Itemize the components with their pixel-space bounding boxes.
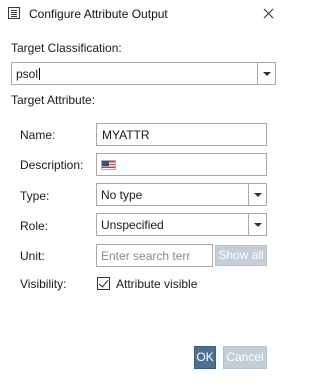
target-classification-combo[interactable]: psol [11, 62, 276, 85]
show-all-button[interactable]: Show all [215, 245, 267, 266]
dialog-icon [8, 7, 20, 19]
type-label: Type: [20, 189, 50, 203]
target-attribute-label: Target Attribute: [11, 93, 96, 107]
type-value: No type [101, 188, 143, 202]
cancel-button[interactable]: Cancel [223, 346, 267, 369]
visibility-label: Visibility: [20, 277, 67, 291]
attribute-visible-label[interactable]: Attribute visible [116, 277, 197, 291]
unit-search-field[interactable] [97, 245, 212, 266]
chevron-down-icon[interactable] [257, 63, 275, 84]
role-label: Role: [20, 219, 49, 233]
dialog-title: Configure Attribute Output [29, 7, 168, 21]
ok-button[interactable]: OK [194, 346, 216, 369]
us-flag-icon[interactable] [101, 160, 116, 170]
type-select[interactable]: No type [96, 183, 267, 206]
name-label: Name: [20, 128, 56, 142]
attribute-visible-checkbox[interactable] [97, 277, 110, 290]
target-classification-value: psol [16, 67, 39, 81]
name-field[interactable]: MYATTR [96, 123, 267, 146]
role-value: Unspecified [101, 218, 164, 232]
chevron-down-icon[interactable] [248, 184, 266, 205]
description-label: Description: [20, 158, 84, 172]
role-select[interactable]: Unspecified [96, 213, 267, 236]
close-icon[interactable] [260, 5, 278, 23]
unit-search-input[interactable] [96, 244, 213, 267]
text-caret [39, 68, 41, 80]
target-classification-label: Target Classification: [11, 41, 122, 55]
title-bar: Configure Attribute Output [0, 0, 285, 28]
name-value: MYATTR [102, 128, 150, 142]
unit-label: Unit: [20, 249, 45, 263]
chevron-down-icon[interactable] [248, 214, 266, 235]
description-field[interactable] [96, 153, 267, 176]
